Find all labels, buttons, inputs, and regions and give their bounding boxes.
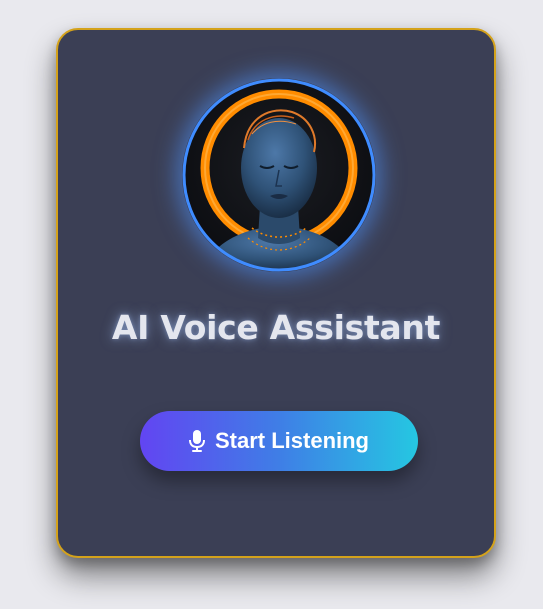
page-title: AI Voice Assistant [111,308,441,347]
ai-face-avatar-icon [182,78,376,272]
start-listening-label: Start Listening [214,428,369,453]
microphone-icon [188,430,205,452]
start-listening-button[interactable]: Start Listening [140,411,418,471]
avatar [182,78,376,272]
assistant-card: AI Voice Assistant Start Listening [56,28,496,558]
